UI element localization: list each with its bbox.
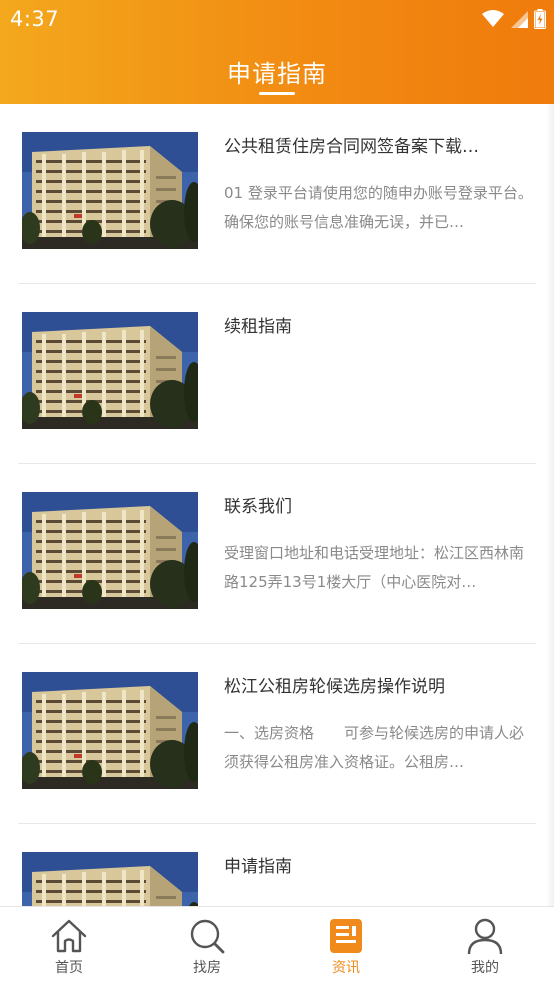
article-title: 续租指南 bbox=[224, 317, 292, 337]
article-thumbnail bbox=[22, 492, 198, 609]
article-summary bbox=[224, 899, 536, 906]
tab-label: 资讯 bbox=[332, 960, 360, 976]
tab-home[interactable]: 首页 bbox=[0, 907, 138, 984]
cellular-signal-icon bbox=[510, 10, 528, 28]
article-item[interactable]: 续租指南 bbox=[18, 284, 536, 464]
article-title: 申请指南 bbox=[224, 857, 292, 877]
title-underline bbox=[259, 92, 295, 95]
tab-label: 首页 bbox=[55, 960, 83, 976]
news-icon bbox=[330, 919, 362, 953]
user-icon bbox=[467, 918, 503, 955]
tab-find-house[interactable]: 找房 bbox=[138, 907, 276, 984]
article-item[interactable]: 公共租赁住房合同网签备案下载… 01 登录平台请使用您的随申办账号登录平台。确保… bbox=[18, 104, 536, 284]
article-summary bbox=[224, 359, 536, 417]
tab-news[interactable]: 资讯 bbox=[277, 907, 415, 984]
article-item[interactable]: 联系我们 受理窗口地址和电话受理地址：松江区西林南路125弄13号1楼大厅（中心… bbox=[18, 464, 536, 644]
article-summary: 一、选房资格 可参与轮候选房的申请人必须获得公租房准入资格证。公租房… bbox=[224, 724, 525, 771]
article-item[interactable]: 松江公租房轮候选房操作说明 一、选房资格 可参与轮候选房的申请人必须获得公租房准… bbox=[18, 644, 536, 824]
article-thumbnail bbox=[22, 672, 198, 789]
article-summary: 受理窗口地址和电话受理地址：松江区西林南路125弄13号1楼大厅（中心医院对… bbox=[224, 544, 525, 591]
wifi-icon bbox=[482, 10, 504, 28]
page-title: 申请指南 bbox=[227, 60, 327, 88]
tab-label: 我的 bbox=[471, 960, 499, 976]
article-title: 联系我们 bbox=[224, 497, 292, 517]
article-thumbnail bbox=[22, 132, 198, 249]
article-title: 松江公租房轮候选房操作说明 bbox=[224, 677, 445, 697]
status-icons bbox=[482, 8, 546, 30]
article-title: 公共租赁住房合同网签备案下载… bbox=[224, 137, 479, 157]
article-summary: 01 登录平台请使用您的随申办账号登录平台。确保您的账号信息准确无误，并已… bbox=[224, 184, 533, 231]
tab-mine[interactable]: 我的 bbox=[416, 907, 554, 984]
search-icon bbox=[190, 919, 225, 954]
home-icon bbox=[51, 919, 87, 953]
bottom-tab-bar: 首页 找房 资讯 我的 bbox=[0, 906, 554, 984]
article-list[interactable]: 公共租赁住房合同网签备案下载… 01 登录平台请使用您的随申办账号登录平台。确保… bbox=[0, 104, 554, 906]
article-thumbnail bbox=[22, 312, 198, 429]
status-time: 4:37 bbox=[10, 7, 60, 31]
tab-label: 找房 bbox=[193, 960, 221, 976]
battery-icon bbox=[534, 9, 546, 29]
header: 4:37 申请指南 bbox=[0, 0, 554, 104]
article-item[interactable]: 申请指南 bbox=[18, 824, 536, 906]
scroll-edge bbox=[546, 104, 554, 906]
article-thumbnail bbox=[22, 852, 198, 906]
